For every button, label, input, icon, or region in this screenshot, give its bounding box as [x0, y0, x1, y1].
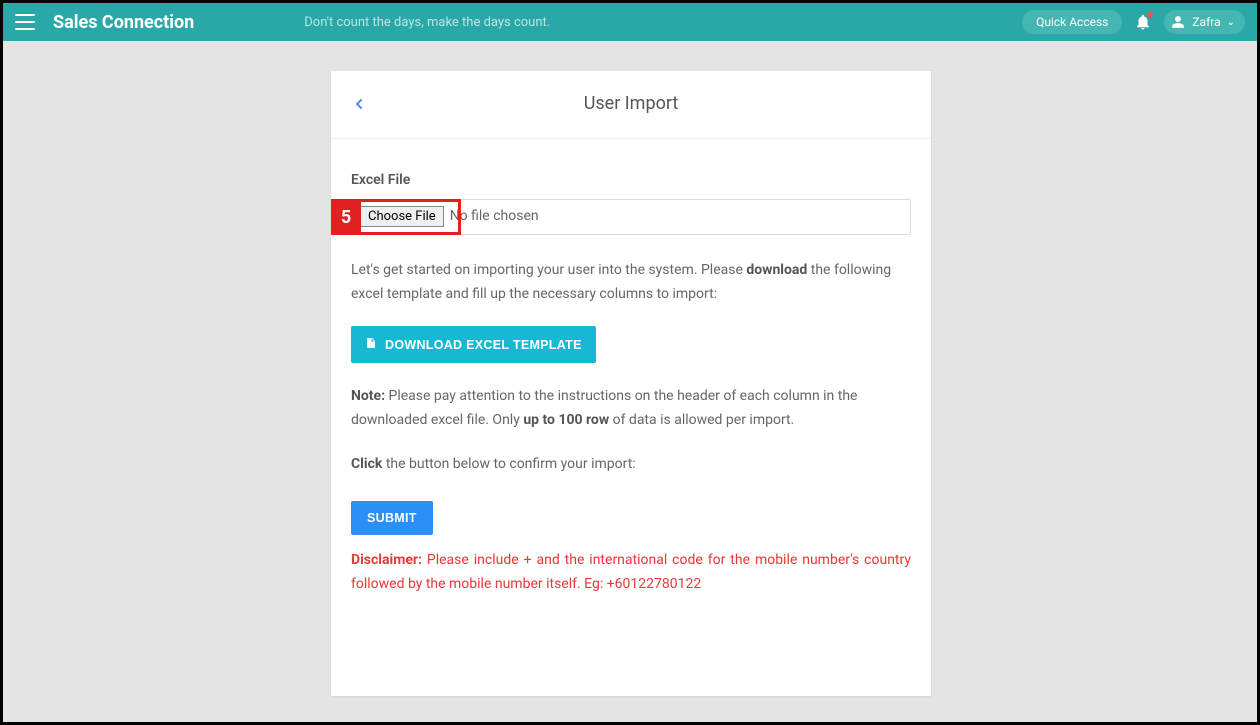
quick-access-button[interactable]: Quick Access: [1022, 10, 1122, 34]
top-navbar: Sales Connection Don't count the days, m…: [3, 3, 1257, 41]
note-paragraph: Note: Please pay attention to the instru…: [351, 385, 911, 433]
chevron-down-icon: ⌄: [1227, 17, 1235, 28]
file-input-row[interactable]: Choose File No file chosen: [351, 199, 911, 235]
user-avatar-icon: [1170, 14, 1186, 30]
file-icon: [365, 336, 377, 353]
user-name-label: Zafra: [1192, 15, 1220, 29]
app-brand: Sales Connection: [53, 12, 194, 33]
click-paragraph: Click the button below to confirm your i…: [351, 453, 911, 477]
choose-file-button[interactable]: Choose File: [360, 206, 444, 227]
intro-paragraph: Let's get started on importing your user…: [351, 259, 911, 307]
user-menu[interactable]: Zafra ⌄: [1164, 10, 1245, 34]
page-body: User Import Excel File Choose File No fi…: [3, 41, 1257, 722]
excel-file-label: Excel File: [351, 169, 911, 193]
notification-dot: [1147, 12, 1153, 18]
file-chosen-text: No file chosen: [450, 205, 539, 229]
card-title: User Import: [331, 93, 931, 114]
download-template-label: DOWNLOAD EXCEL TEMPLATE: [385, 338, 582, 352]
submit-button[interactable]: SUBMIT: [351, 501, 433, 535]
user-import-card: User Import Excel File Choose File No fi…: [331, 71, 931, 696]
disclaimer-text: Disclaimer: Please include + and the int…: [351, 549, 911, 597]
tagline-text: Don't count the days, make the days coun…: [304, 15, 550, 30]
notifications-bell-icon[interactable]: [1134, 13, 1152, 31]
download-template-button[interactable]: DOWNLOAD EXCEL TEMPLATE: [351, 326, 596, 363]
hamburger-menu-icon[interactable]: [15, 14, 35, 30]
